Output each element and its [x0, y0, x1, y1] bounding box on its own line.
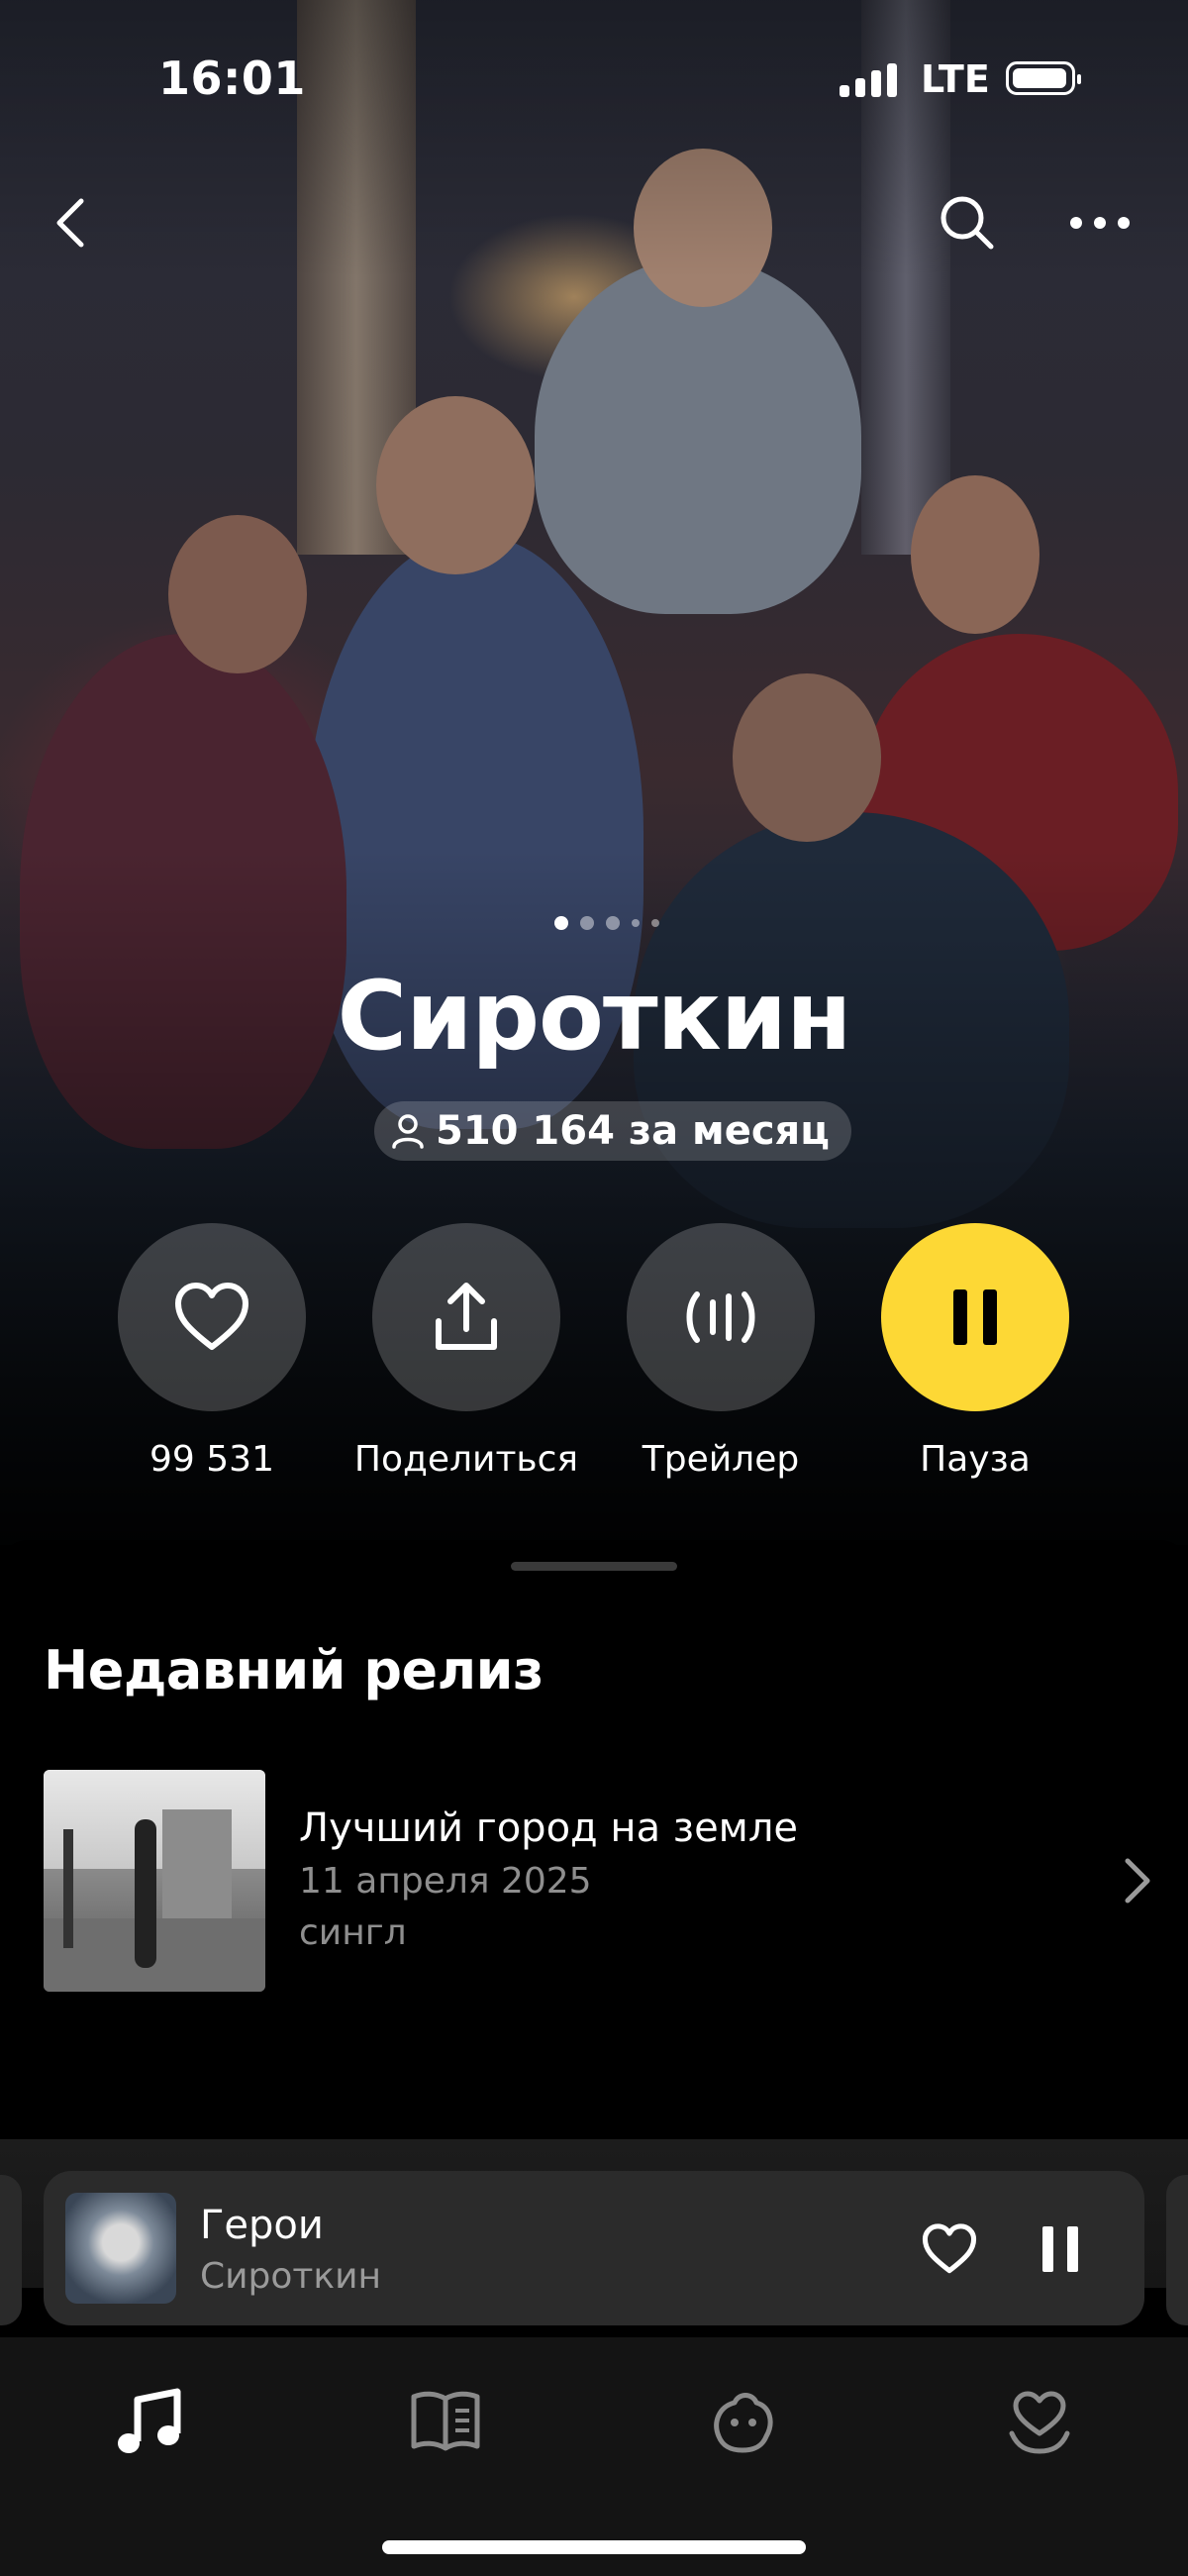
carousel-dot: [580, 916, 594, 930]
recent-release-row[interactable]: Лучший город на земле 11 апреля 2025 син…: [44, 1770, 1152, 1992]
pause-icon: [1042, 2226, 1078, 2272]
listeners-count: 510 164 за месяц: [436, 1108, 830, 1154]
carousel-indicator: [554, 916, 659, 930]
book-icon: [411, 2391, 480, 2451]
trailer-action[interactable]: Трейлер: [592, 1223, 849, 1480]
heart-icon: [175, 1283, 248, 1350]
status-time: 16:01: [158, 52, 306, 105]
tab-collection[interactable]: [990, 2377, 1089, 2466]
more-options-button[interactable]: [1065, 198, 1135, 248]
share-icon: [436, 1283, 497, 1350]
artist-name: Сироткин: [337, 961, 852, 1072]
share-label: Поделиться: [353, 1439, 579, 1480]
mini-player[interactable]: Герои Сироткин: [44, 2171, 1144, 2325]
cellular-signal-icon: [840, 61, 897, 97]
carousel-dot: [651, 919, 659, 927]
pause-button[interactable]: [881, 1223, 1069, 1411]
now-playing-title: Герои: [200, 2203, 324, 2248]
chevron-left-icon: [56, 198, 84, 248]
release-cover: [44, 1770, 265, 1992]
tab-books[interactable]: [396, 2377, 495, 2466]
heart-icon: [922, 2223, 977, 2274]
tab-music[interactable]: [99, 2377, 198, 2466]
status-bar: 16:01 LTE: [0, 0, 1188, 158]
prev-track-peek[interactable]: [0, 2175, 22, 2325]
carousel-dot: [606, 916, 620, 930]
release-title: Лучший город на земле: [299, 1805, 799, 1851]
battery-icon: [1006, 61, 1081, 95]
tab-kids[interactable]: [693, 2377, 792, 2466]
sheet-grabber[interactable]: [511, 1562, 677, 1571]
chevron-right-icon: [1123, 1857, 1152, 1908]
recent-release-heading: Недавний релиз: [44, 1639, 544, 1701]
share-button[interactable]: [372, 1223, 560, 1411]
home-indicator[interactable]: [382, 2540, 806, 2554]
carousel-dot: [554, 916, 568, 930]
pause-icon: [953, 1289, 997, 1345]
podcast-creature-icon: [714, 2393, 773, 2453]
now-playing-artist: Сироткин: [200, 2256, 382, 2297]
trailer-button[interactable]: [627, 1223, 815, 1411]
likes-count: 99 531: [149, 1439, 274, 1480]
search-button[interactable]: [935, 190, 1000, 256]
mini-pause-button[interactable]: [1026, 2215, 1095, 2284]
share-action[interactable]: Поделиться: [338, 1223, 595, 1480]
pause-label: Пауза: [920, 1439, 1031, 1480]
release-date: 11 апреля 2025: [299, 1861, 592, 1902]
mini-like-button[interactable]: [915, 2215, 984, 2284]
pause-action[interactable]: Пауза: [846, 1223, 1104, 1480]
like-button[interactable]: [118, 1223, 306, 1411]
artist-actions: 99 531 Поделиться Трейлер Пауза: [0, 1223, 1188, 1500]
monthly-listeners-badge: 510 164 за месяц: [374, 1101, 851, 1161]
carousel-dot: [632, 919, 640, 927]
search-icon: [940, 196, 994, 250]
favorites-heart-icon: [1009, 2391, 1070, 2454]
person-icon: [392, 1114, 424, 1149]
trailer-label: Трейлер: [642, 1439, 800, 1480]
back-button[interactable]: [40, 188, 99, 258]
trailer-wave-icon: [686, 1291, 755, 1343]
now-playing-cover: [65, 2193, 176, 2304]
network-type: LTE: [921, 57, 990, 101]
music-note-icon: [118, 2388, 181, 2453]
next-track-peek[interactable]: [1166, 2175, 1188, 2325]
like-action[interactable]: 99 531: [83, 1223, 341, 1480]
more-icon: [1070, 217, 1130, 229]
release-type: сингл: [299, 1912, 407, 1953]
